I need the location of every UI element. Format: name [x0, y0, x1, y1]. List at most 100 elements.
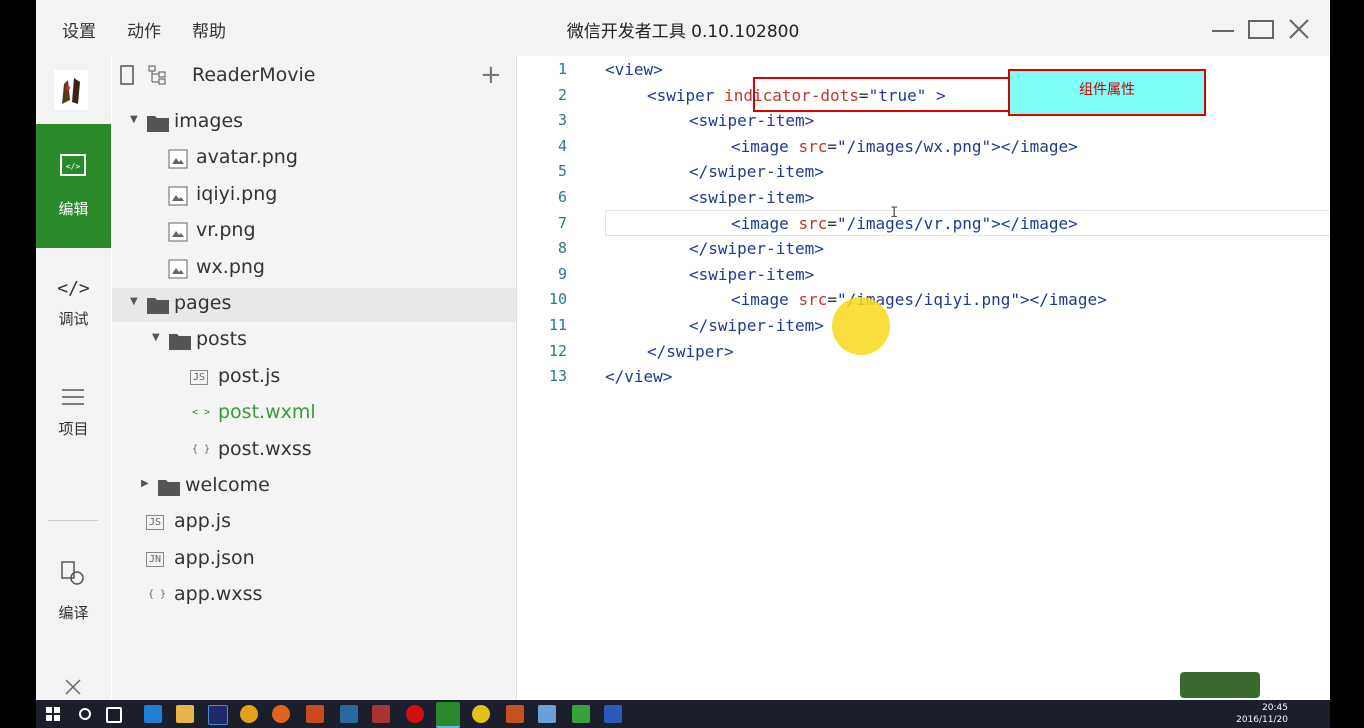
- tree-item[interactable]: ▼ pages: [112, 288, 516, 322]
- window-title: 微信开发者工具 0.10.102800: [566, 22, 800, 42]
- wechat-devtools-taskbar-icon[interactable]: [436, 702, 460, 728]
- tree-item-label: welcome: [185, 474, 270, 496]
- tree-item[interactable]: ▶ welcome: [112, 470, 516, 504]
- add-file-button[interactable]: +: [480, 60, 502, 90]
- tree-item-label: iqiyi.png: [196, 182, 278, 205]
- file-icon[interactable]: [120, 65, 134, 85]
- folder-icon: [146, 113, 170, 138]
- tree-item[interactable]: avatar.png: [112, 142, 516, 176]
- code-token: </swiper-item>: [689, 162, 824, 182]
- code-line: <swiper-item>: [689, 111, 814, 130]
- app-icon[interactable]: [506, 705, 524, 723]
- tree-item-label: app.js: [174, 510, 231, 533]
- chevron-right-icon[interactable]: ▶: [141, 478, 149, 489]
- tree-item-label: post.wxss: [218, 437, 312, 460]
- word-icon[interactable]: [604, 705, 622, 723]
- chevron-down-icon[interactable]: ▼: [130, 114, 138, 125]
- tree-view-icon[interactable]: [148, 64, 170, 86]
- code-token: =: [827, 136, 837, 156]
- chrome-icon[interactable]: [240, 705, 258, 723]
- system-clock[interactable]: 20:45 2016/11/20: [1236, 702, 1288, 726]
- code-token: src: [798, 213, 828, 233]
- app-icon[interactable]: [472, 705, 490, 723]
- code-token: <swiper-item>: [689, 264, 815, 284]
- line-number: 9: [557, 264, 567, 283]
- code-line: <swiper-item>: [689, 265, 814, 284]
- app-icon[interactable]: [572, 705, 590, 723]
- search-icon[interactable]: [76, 705, 94, 723]
- tree-item[interactable]: iqiyi.png: [112, 179, 516, 213]
- code-line: </view>: [605, 367, 672, 386]
- sidebar-item-label: 项目: [58, 420, 89, 438]
- code-token: ></image>: [1020, 290, 1107, 310]
- code-line: <image src="/images/iqiyi.png"></image>: [731, 290, 1107, 309]
- tree-item-label: post.wxml: [218, 401, 316, 424]
- task-view-icon[interactable]: [106, 707, 122, 723]
- minimize-icon[interactable]: [1208, 14, 1238, 44]
- tree-item-label: post.js: [218, 364, 281, 387]
- file-tree: ReaderMovie + ▼ images avatar.png iqiyi.png…: [112, 56, 517, 700]
- highlight-box: [753, 77, 1015, 112]
- code-token: =: [827, 213, 837, 233]
- code-token: <swiper-item>: [689, 111, 815, 131]
- sidebar-item-compile[interactable]: 编译: [36, 560, 111, 624]
- js-file-icon: JS: [146, 515, 165, 531]
- line-number: 6: [557, 188, 567, 206]
- app-icon[interactable]: [340, 705, 358, 723]
- photoshop-icon[interactable]: [208, 705, 228, 725]
- sidebar-item-edit[interactable]: </> 编辑: [36, 124, 111, 248]
- text-cursor-icon: I: [890, 205, 899, 221]
- sidebar-item-debug[interactable]: </> 调试: [36, 278, 111, 338]
- code-token: <image: [731, 213, 799, 233]
- taskbar: 20:45 2016/11/20: [36, 700, 1330, 728]
- sidebar-item-project[interactable]: 项目: [36, 386, 111, 446]
- sidebar-item-label: 编辑: [58, 200, 89, 218]
- app-icon[interactable]: [538, 705, 556, 723]
- edge-browser-icon[interactable]: [144, 705, 162, 723]
- title-bar: 设置 动作 帮助 微信开发者工具 0.10.102800: [36, 0, 1330, 56]
- maximize-icon[interactable]: [1246, 14, 1276, 44]
- tree-item[interactable]: { } app.wxss: [112, 579, 516, 613]
- code-token: "/images/wx.png": [836, 136, 992, 156]
- code-line: </swiper-item>: [689, 162, 824, 181]
- code-token: src: [798, 136, 828, 156]
- code-token: </swiper-item>: [689, 316, 824, 335]
- tree-item-label: app.json: [174, 546, 255, 569]
- close-icon[interactable]: [64, 678, 82, 696]
- tree-item[interactable]: wx.png: [112, 252, 516, 286]
- file-tree-header: ReaderMovie +: [112, 56, 516, 96]
- file-explorer-icon[interactable]: [176, 705, 194, 723]
- code-line: </swiper-item>: [689, 239, 824, 258]
- code-token: ></image>: [991, 213, 1078, 233]
- recorder-icon[interactable]: [406, 705, 424, 723]
- tree-item[interactable]: JN app.json: [112, 543, 516, 577]
- clock-time: 20:45: [1262, 703, 1288, 713]
- code-token: <image: [731, 136, 799, 156]
- tree-item[interactable]: JS app.js: [112, 506, 516, 540]
- tree-item-label: images: [174, 110, 244, 132]
- wxml-file-icon: < >: [192, 407, 211, 419]
- tree-item[interactable]: vr.png: [112, 215, 516, 249]
- tree-item-label: posts: [196, 328, 247, 351]
- sidebar-item-label: 调试: [58, 310, 89, 328]
- close-icon[interactable]: [1284, 14, 1314, 44]
- code-token: "/images/vr.png": [836, 213, 992, 233]
- line-number: 3: [557, 111, 567, 130]
- tree-item[interactable]: ▼ posts: [112, 324, 516, 358]
- folder-icon: [157, 477, 181, 502]
- code-token: </view>: [605, 367, 673, 387]
- firefox-icon[interactable]: [272, 705, 290, 723]
- tree-item[interactable]: < > post.wxml: [112, 397, 516, 431]
- code-editor[interactable]: 1 <view> 2 <swiper indicator-dots="true" >3…: [517, 56, 1330, 700]
- windows-start-icon[interactable]: [44, 705, 62, 723]
- code-line: <view>: [605, 60, 663, 79]
- chevron-down-icon[interactable]: ▼: [152, 332, 160, 343]
- app-icon[interactable]: [372, 705, 390, 723]
- tree-item[interactable]: ▼ images: [112, 106, 516, 140]
- tree-item[interactable]: { } post.wxss: [112, 434, 516, 468]
- chevron-down-icon[interactable]: ▼: [130, 296, 138, 307]
- powerpoint-icon[interactable]: [306, 705, 324, 723]
- line-number: 1: [557, 60, 567, 78]
- tree-item[interactable]: JS post.js: [112, 361, 516, 395]
- line-number: 2: [557, 85, 567, 104]
